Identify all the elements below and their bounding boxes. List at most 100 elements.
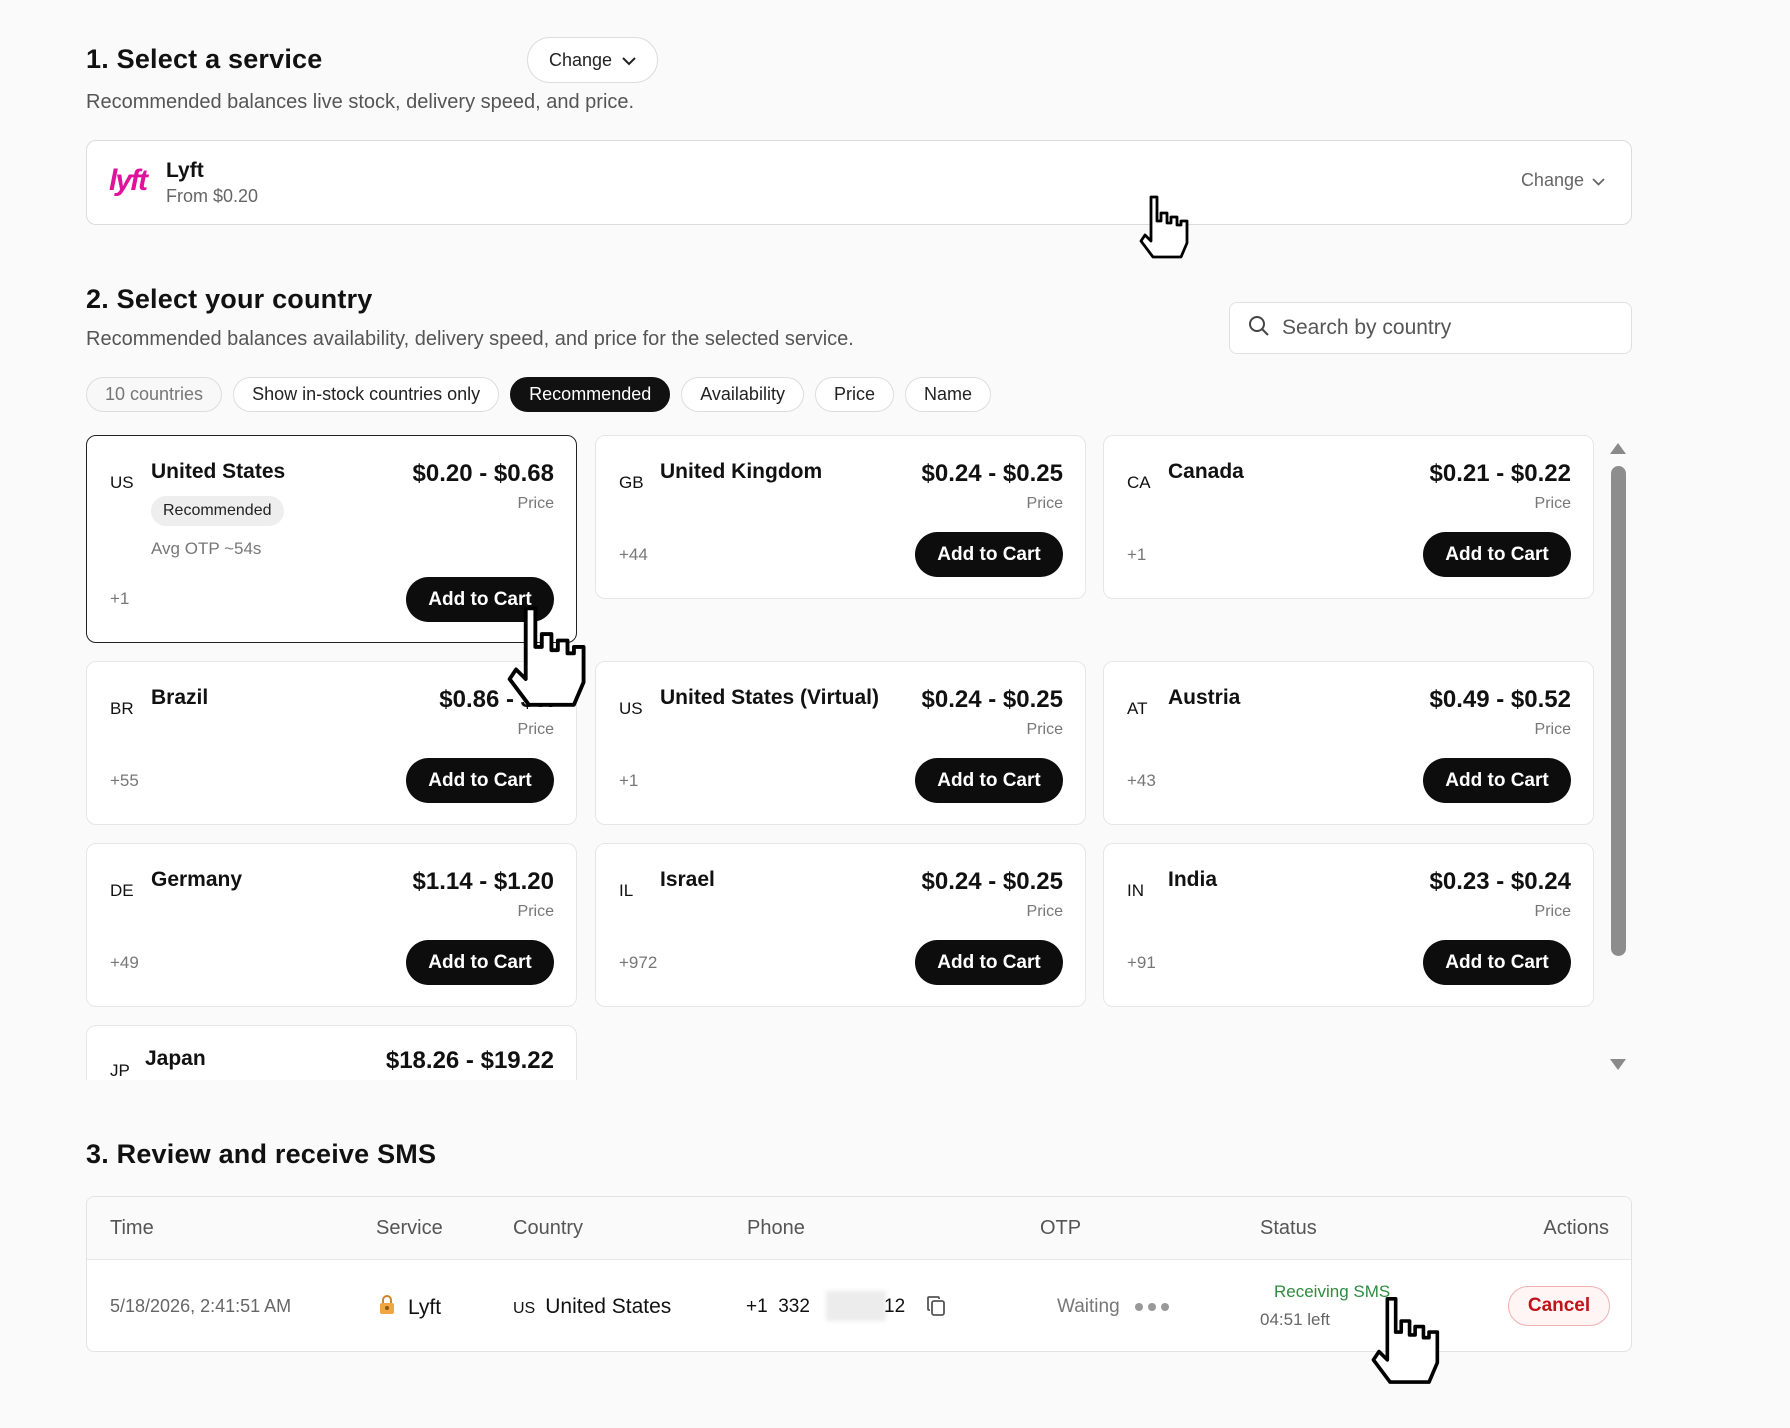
add-to-cart-button[interactable]: Add to Cart xyxy=(406,940,554,985)
country-name: United Kingdom xyxy=(660,460,823,483)
chevron-down-icon xyxy=(1592,170,1605,191)
filter-chips: 10 countries Show in-stock countries onl… xyxy=(86,377,991,412)
recommended-badge: Recommended xyxy=(151,496,284,526)
order-country-code: US xyxy=(513,1300,536,1317)
loading-dots-icon xyxy=(1134,1302,1169,1311)
country-card-in[interactable]: IN India $0.23 - $0.24 Price +91 Add to … xyxy=(1103,843,1594,1007)
country-name: Canada xyxy=(1168,460,1244,483)
col-actions: Actions xyxy=(1543,1217,1609,1239)
country-name: United States xyxy=(151,460,286,483)
price-range: $18.26 - $19.22 xyxy=(385,1047,554,1074)
search-input[interactable] xyxy=(1282,316,1602,340)
price-label: Price xyxy=(1534,721,1571,738)
add-to-cart-button[interactable]: Add to Cart xyxy=(406,758,554,803)
lock-icon xyxy=(378,1295,396,1320)
country-card-gb[interactable]: GB United Kingdom $0.24 - $0.25 Price +4… xyxy=(595,435,1086,599)
section-2-subtitle: Recommended balances availability, deliv… xyxy=(86,328,854,350)
order-phone-prefix: +1 332 xyxy=(746,1296,810,1317)
scrollbar-thumb[interactable] xyxy=(1611,466,1626,956)
hand-cursor-icon xyxy=(1135,195,1191,272)
change-service-button[interactable]: Change xyxy=(527,37,658,83)
country-code: US xyxy=(619,699,643,718)
service-from-price: From $0.20 xyxy=(166,186,259,206)
section-1-subtitle: Recommended balances live stock, deliver… xyxy=(86,91,635,113)
sort-price-chip[interactable]: Price xyxy=(814,377,894,412)
col-time: Time xyxy=(110,1217,154,1239)
sort-recommended-chip[interactable]: Recommended xyxy=(510,377,671,412)
table-header: Time Service Country Phone OTP Status Ac… xyxy=(87,1197,1631,1260)
country-grid[interactable]: US United States $0.20 - $0.68 Price Rec… xyxy=(86,434,1596,1080)
in-stock-filter-chip[interactable]: Show in-stock countries only xyxy=(233,377,500,412)
hand-cursor-icon xyxy=(500,605,590,726)
country-card-de[interactable]: DE Germany $1.14 - $1.20 Price +49 Add t… xyxy=(86,843,577,1007)
country-card-il[interactable]: IL Israel $0.24 - $0.25 Price +972 Add t… xyxy=(595,843,1086,1007)
cancel-order-button[interactable]: Cancel xyxy=(1508,1286,1610,1326)
country-code: US xyxy=(110,473,134,492)
price-range: $0.24 - $0.25 xyxy=(921,868,1063,895)
country-name: Germany xyxy=(151,868,243,891)
country-card-us-virtual[interactable]: US United States (Virtual) $0.24 - $0.25… xyxy=(595,661,1086,825)
country-code: AT xyxy=(1127,699,1148,718)
add-to-cart-button[interactable]: Add to Cart xyxy=(915,532,1063,577)
add-to-cart-button[interactable]: Add to Cart xyxy=(915,758,1063,803)
country-code: DE xyxy=(110,881,134,900)
price-range: $0.21 - $0.22 xyxy=(1429,460,1571,487)
add-to-cart-button[interactable]: Add to Cart xyxy=(915,940,1063,985)
redacted-phone-digits xyxy=(826,1291,886,1321)
country-card-ca[interactable]: CA Canada $0.21 - $0.22 Price +1 Add to … xyxy=(1103,435,1594,599)
price-label: Price xyxy=(1026,721,1063,738)
country-code: JP xyxy=(110,1061,130,1080)
order-service-name: Lyft xyxy=(408,1295,442,1319)
scroll-down-arrow[interactable] xyxy=(1610,1059,1626,1070)
dial-code: +972 xyxy=(619,953,658,972)
dial-code: +91 xyxy=(1127,953,1156,972)
price-range: $0.20 - $0.68 xyxy=(412,460,554,487)
scroll-up-arrow[interactable] xyxy=(1610,443,1626,454)
country-code: BR xyxy=(110,699,134,718)
service-change-label: Change xyxy=(1520,170,1584,190)
time-left: 04:51 left xyxy=(1260,1310,1330,1329)
add-to-cart-button[interactable]: Add to Cart xyxy=(1423,758,1571,803)
country-name: Israel xyxy=(660,868,715,891)
copy-icon xyxy=(926,1296,946,1321)
price-label: Price xyxy=(517,495,554,512)
service-change-dropdown[interactable]: Change xyxy=(1521,170,1605,191)
country-name: Austria xyxy=(1168,686,1241,709)
country-card-at[interactable]: AT Austria $0.49 - $0.52 Price +43 Add t… xyxy=(1103,661,1594,825)
order-service: Lyft xyxy=(378,1295,441,1320)
change-label: Change xyxy=(548,49,613,70)
country-code: IL xyxy=(619,881,634,900)
sort-name-chip[interactable]: Name xyxy=(904,377,991,412)
order-country-name: United States xyxy=(545,1295,672,1318)
dial-code: +1 xyxy=(110,589,130,608)
country-search[interactable] xyxy=(1229,302,1632,354)
section-1-title: 1. Select a service xyxy=(86,44,323,74)
order-phone-suffix: 12 xyxy=(884,1296,906,1317)
country-name: Japan xyxy=(145,1047,206,1070)
service-name: Lyft xyxy=(166,159,204,182)
sort-availability-chip[interactable]: Availability xyxy=(681,377,804,412)
chevron-down-icon xyxy=(622,50,636,71)
country-name: Brazil xyxy=(151,686,209,709)
copy-phone-button[interactable] xyxy=(926,1295,946,1322)
add-to-cart-button[interactable]: Add to Cart xyxy=(1423,940,1571,985)
country-count-chip: 10 countries xyxy=(86,377,223,412)
search-icon xyxy=(1248,315,1270,342)
selected-service-card[interactable]: lyft Lyft From $0.20 Change xyxy=(86,140,1632,225)
otp-status: Waiting xyxy=(1057,1296,1169,1318)
order-time: 5/18/2026, 2:41:51 AM xyxy=(110,1296,292,1316)
country-card-jp[interactable]: JP Japan $18.26 - $19.22 xyxy=(86,1025,577,1080)
dial-code: +49 xyxy=(110,953,139,972)
price-label: Price xyxy=(1026,495,1063,512)
order-country: US United States xyxy=(513,1295,671,1319)
col-country: Country xyxy=(513,1217,584,1239)
price-label: Price xyxy=(517,903,554,920)
price-label: Price xyxy=(1026,903,1063,920)
section-2-title: 2. Select your country xyxy=(86,284,373,314)
dial-code: +1 xyxy=(1127,545,1147,564)
dial-code: +1 xyxy=(619,771,639,790)
country-name: United States (Virtual) xyxy=(660,686,879,709)
add-to-cart-button[interactable]: Add to Cart xyxy=(1423,532,1571,577)
avg-otp-time: Avg OTP ~54s xyxy=(151,539,262,558)
country-code: IN xyxy=(1127,881,1144,900)
